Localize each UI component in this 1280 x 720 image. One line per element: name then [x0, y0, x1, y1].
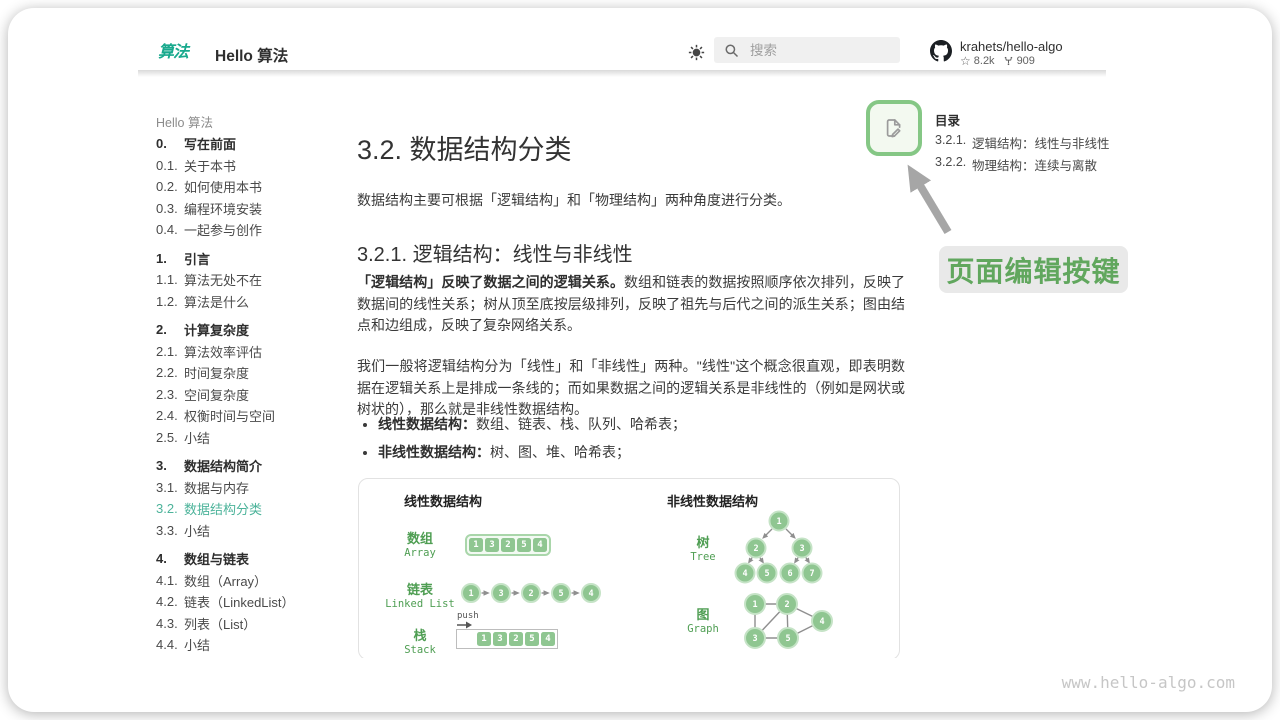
intro-paragraph: 数据结构主要可根据「逻辑结构」和「物理结构」两种角度进行分类。 — [357, 190, 905, 210]
sidebar-item-2-3[interactable]: 2.3.空间复杂度 — [156, 384, 346, 406]
theme-toggle-button[interactable] — [688, 44, 705, 61]
svg-text:4: 4 — [588, 589, 593, 599]
stack-label: 栈 Stack — [376, 628, 464, 657]
sidebar-item-0-4[interactable]: 0.4.一起参与创作 — [156, 219, 346, 241]
sidebar-item-1-1[interactable]: 1.1.算法无处不在 — [156, 269, 346, 291]
svg-text:6: 6 — [787, 569, 792, 579]
linked-list-diagram: 1 3 2 5 4 — [459, 580, 609, 606]
edit-page-button[interactable] — [866, 100, 922, 156]
bullet-list: 线性数据结构：数组、链表、栈、队列、哈希表； 非线性数据结构：树、图、堆、哈希表… — [362, 414, 918, 469]
graph-diagram: 1 2 3 4 5 — [739, 587, 839, 652]
sidebar-item-4-3[interactable]: 4.3.列表（List） — [156, 613, 346, 635]
svg-text:2: 2 — [784, 600, 789, 610]
graph-label: 图 Graph — [659, 607, 747, 636]
fork-count: 909 — [1017, 55, 1035, 67]
search-input[interactable] — [748, 42, 882, 59]
bullet-nonlinear: 非线性数据结构：树、图、堆、哈希表； — [378, 442, 918, 464]
sidebar-item-3-3[interactable]: 3.3.小结 — [156, 520, 346, 542]
svg-text:5: 5 — [785, 634, 790, 644]
linked-list-label: 链表 Linked List — [376, 582, 464, 611]
svg-text:1: 1 — [752, 600, 757, 610]
sidebar-item-0-1[interactable]: 0.1.关于本书 — [156, 155, 346, 177]
array-diagram: 1 3 2 5 4 — [465, 534, 551, 556]
svg-text:4: 4 — [819, 617, 824, 627]
svg-text:3: 3 — [498, 589, 503, 599]
tree-diagram: 1 2 3 4 5 6 7 — [731, 507, 831, 587]
star-icon: ☆ — [960, 56, 971, 67]
svg-text:1: 1 — [776, 517, 781, 527]
sidebar-item-3[interactable]: 3.数据结构简介 — [156, 455, 346, 477]
sidebar-item-2-5[interactable]: 2.5.小结 — [156, 427, 346, 449]
sidebar-item-3-1[interactable]: 3.1.数据与内存 — [156, 477, 346, 499]
sidebar-item-1[interactable]: 1.引言 — [156, 248, 346, 270]
sidebar-nav: Hello 算法 0.写在前面 0.1.关于本书 0.2.如何使用本书 0.3.… — [156, 112, 346, 656]
stack-push-label: push — [457, 611, 479, 621]
push-arrow-icon — [457, 621, 473, 629]
toc-item-2[interactable]: 3.2.2.物理结构：连续与离散 — [935, 155, 1110, 169]
nav-group-2: 2.计算复杂度 2.1.算法效率评估 2.2.时间复杂度 2.3.空间复杂度 2… — [156, 319, 346, 448]
page-title: 3.2. 数据结构分类 — [357, 128, 572, 167]
toc-title: 目录 — [935, 110, 1110, 124]
nav-group-1: 1.引言 1.1.算法无处不在 1.2.算法是什么 — [156, 248, 346, 313]
sidebar-item-0[interactable]: 0.写在前面 — [156, 133, 346, 155]
page-body: Hello 算法 0.写在前面 0.1.关于本书 0.2.如何使用本书 0.3.… — [138, 80, 1110, 658]
array-label: 数组 Array — [376, 531, 464, 560]
sidebar-site-label: Hello 算法 — [156, 112, 346, 126]
site-title[interactable]: Hello 算法 — [215, 44, 288, 66]
svg-text:3: 3 — [752, 634, 757, 644]
sidebar-item-2[interactable]: 2.计算复杂度 — [156, 319, 346, 341]
brightness-sun-icon — [688, 44, 705, 61]
watermark: www.hello-algo.com — [1035, 673, 1235, 692]
sidebar-item-2-1[interactable]: 2.1.算法效率评估 — [156, 341, 346, 363]
svg-text:7: 7 — [809, 569, 814, 579]
toc-panel: 目录 3.2.1.逻辑结构：线性与非线性 3.2.2.物理结构：连续与离散 — [935, 110, 1110, 177]
edit-page-icon — [882, 116, 906, 140]
sidebar-item-4-1[interactable]: 4.1.数组（Array） — [156, 570, 346, 592]
annotation-arrow — [890, 152, 960, 242]
sidebar-item-0-3[interactable]: 0.3.编程环境安装 — [156, 198, 346, 220]
header-divider — [138, 70, 1106, 77]
figure-left-title: 线性数据结构 — [404, 491, 482, 510]
nav-group-4: 4.数组与链表 4.1.数组（Array） 4.2.链表（LinkedList）… — [156, 548, 346, 656]
data-structure-figure: 线性数据结构 非线性数据结构 数组 Array 1 3 2 5 4 链表 Lin… — [358, 478, 900, 658]
annotation-label: 页面编辑按键 — [939, 246, 1128, 293]
nav-group-0: 0.写在前面 0.1.关于本书 0.2.如何使用本书 0.3.编程环境安装 0.… — [156, 133, 346, 241]
nav-group-3: 3.数据结构简介 3.1.数据与内存 3.2.数据结构分类 3.3.小结 — [156, 455, 346, 541]
svg-text:4: 4 — [742, 569, 747, 579]
svg-text:1: 1 — [468, 589, 473, 599]
sidebar-item-4-2[interactable]: 4.2.链表（LinkedList） — [156, 591, 346, 613]
stack-diagram: 1 3 2 5 4 — [456, 629, 558, 649]
svg-text:2: 2 — [528, 589, 533, 599]
sidebar-item-4-4[interactable]: 4.4.小结 — [156, 634, 346, 656]
bullet-linear: 线性数据结构：数组、链表、栈、队列、哈希表； — [378, 414, 918, 436]
repo-name: krahets/hello-algo — [960, 39, 1063, 54]
sidebar-item-0-2[interactable]: 0.2.如何使用本书 — [156, 176, 346, 198]
repo-stats: ☆ 8.2k 909 — [960, 55, 1035, 67]
section-heading: 3.2.1. 逻辑结构：线性与非线性 — [357, 238, 633, 267]
site-logo[interactable]: 算法 — [158, 40, 198, 64]
sidebar-item-4[interactable]: 4.数组与链表 — [156, 548, 346, 570]
sidebar-item-1-2[interactable]: 1.2.算法是什么 — [156, 291, 346, 313]
svg-text:5: 5 — [764, 569, 769, 579]
sidebar-item-3-2-active[interactable]: 3.2.数据结构分类 — [156, 498, 346, 520]
svg-text:3: 3 — [799, 544, 804, 554]
search-bar[interactable] — [714, 37, 900, 63]
sidebar-item-2-4[interactable]: 2.4.权衡时间与空间 — [156, 405, 346, 427]
paragraph-2: 我们一般将逻辑结构分为「线性」和「非线性」两种。"线性"这个概念很直观，即表明数… — [357, 356, 905, 421]
search-icon — [724, 43, 739, 58]
toc-item-1[interactable]: 3.2.1.逻辑结构：线性与非线性 — [935, 133, 1110, 147]
paragraph-1: 「逻辑结构」反映了数据之间的逻辑关系。数组和链表的数据按照顺序依次排列，反映了数… — [357, 272, 905, 337]
svg-text:5: 5 — [558, 589, 563, 599]
svg-text:2: 2 — [753, 544, 758, 554]
sidebar-item-2-2[interactable]: 2.2.时间复杂度 — [156, 362, 346, 384]
fork-icon — [1003, 55, 1014, 67]
github-icon — [930, 40, 952, 62]
star-count: 8.2k — [974, 55, 995, 67]
github-repo-link[interactable]: krahets/hello-algo ☆ 8.2k 909 — [930, 38, 1100, 66]
